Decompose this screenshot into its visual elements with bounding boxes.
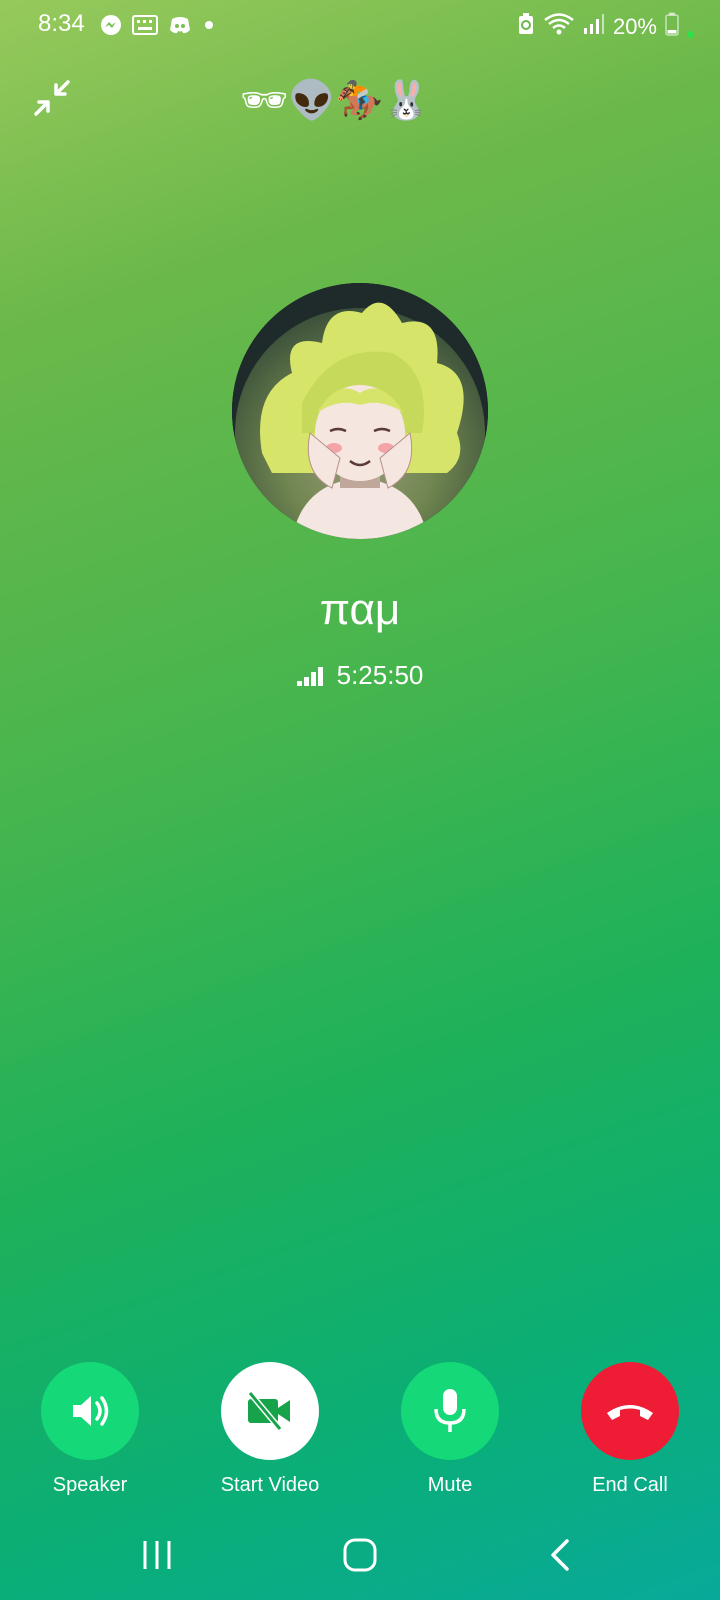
speaker-label: Speaker xyxy=(52,1474,128,1496)
connection-quality-icon xyxy=(296,666,323,686)
back-button[interactable] xyxy=(530,1530,590,1580)
battery-percent: 20% xyxy=(612,13,657,39)
minimize-call-button[interactable] xyxy=(30,76,74,120)
end-call-control: End Call xyxy=(540,1362,720,1497)
speaker-control: Speaker xyxy=(0,1362,180,1497)
system-icons: 20% xyxy=(517,12,694,41)
status-bar: 8:34 20% xyxy=(0,0,720,52)
contact-avatar xyxy=(232,283,488,539)
speaker-button[interactable] xyxy=(41,1362,139,1460)
end-call-button[interactable] xyxy=(581,1362,679,1460)
back-icon xyxy=(551,1539,569,1571)
call-status: 5:25:50 xyxy=(0,660,720,691)
hang-up-icon xyxy=(607,1405,653,1420)
microphone-icon xyxy=(434,1389,466,1432)
start-video-label: Start Video xyxy=(220,1474,320,1496)
discord-icon xyxy=(168,15,192,40)
dot-icon xyxy=(202,18,216,37)
avatar-image xyxy=(232,283,488,539)
battery-icon xyxy=(665,12,679,41)
wifi-icon xyxy=(543,12,575,41)
mute-control: Mute xyxy=(360,1362,540,1497)
home-button[interactable] xyxy=(330,1530,390,1580)
end-call-label: End Call xyxy=(592,1474,668,1496)
video-off-icon xyxy=(247,1391,290,1431)
contact-name: παμ xyxy=(319,585,401,634)
call-controls: Speaker Start Video Mute End Call xyxy=(0,1362,720,1512)
keyboard-icon xyxy=(132,15,158,40)
recents-button[interactable] xyxy=(127,1530,187,1580)
encryption-emoji-key[interactable]: 🕶👽🏇🐰 xyxy=(240,76,480,126)
video-control: Start Video xyxy=(180,1362,360,1497)
system-navigation-bar xyxy=(0,1530,720,1590)
mute-button[interactable] xyxy=(401,1362,499,1460)
signal-icon xyxy=(583,13,605,40)
messenger-icon xyxy=(100,14,122,41)
home-icon xyxy=(343,1538,377,1572)
call-duration: 5:25:50 xyxy=(336,660,424,690)
battery-saver-icon xyxy=(517,12,535,41)
privacy-indicator xyxy=(687,31,694,38)
emoji-key-text: 🕶👽🏇🐰 xyxy=(240,80,431,122)
status-time: 8:34 xyxy=(38,10,85,37)
speaker-icon xyxy=(73,1396,109,1426)
mute-label: Mute xyxy=(427,1474,473,1496)
notification-icons xyxy=(100,14,216,41)
recents-icon xyxy=(143,1541,171,1569)
minimize-icon xyxy=(34,80,70,116)
start-video-button[interactable] xyxy=(221,1362,319,1460)
